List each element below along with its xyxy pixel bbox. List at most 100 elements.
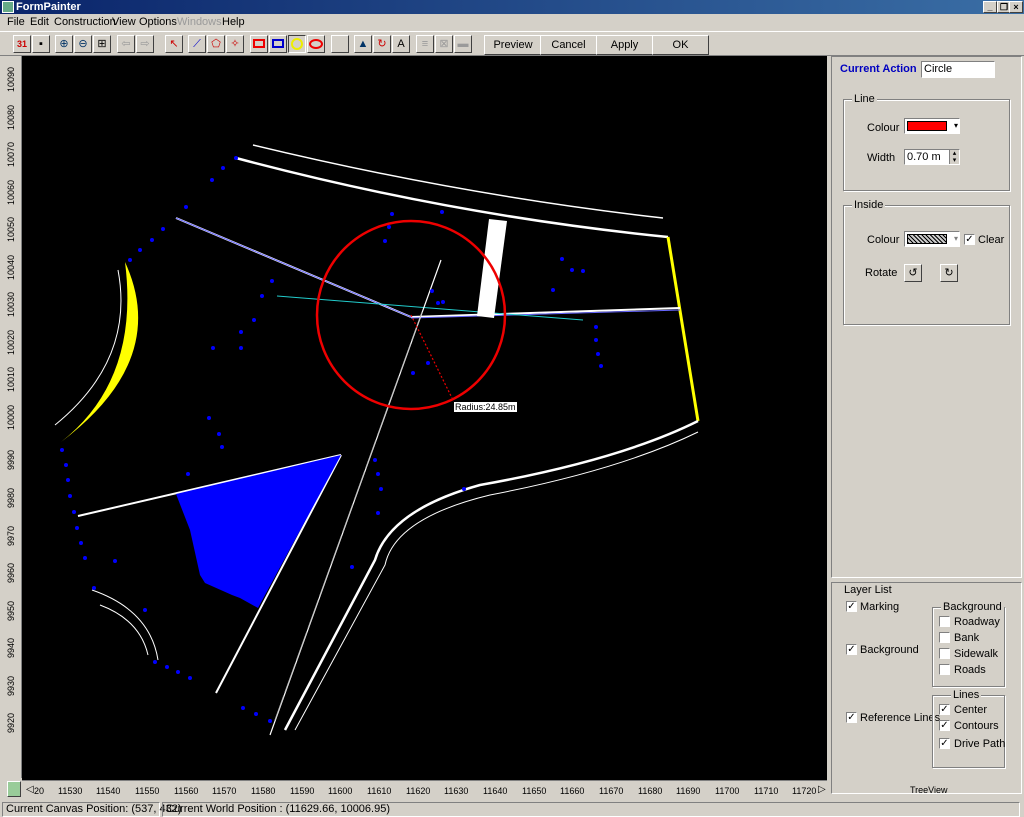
select-arrow-icon[interactable]: ↖ — [165, 35, 183, 53]
radius-label: Radius:24.85m — [453, 401, 518, 413]
y-tick: 10000 — [6, 404, 16, 430]
polyline-icon[interactable]: ⟋ — [188, 35, 206, 53]
zoom-in-icon[interactable]: ⊕ — [55, 35, 73, 53]
hatch-swatch — [907, 234, 947, 244]
menu-view[interactable]: View — [112, 16, 136, 28]
treeview-tab[interactable]: TreeView — [910, 785, 948, 795]
rotate-right-icon[interactable]: ↻ — [940, 264, 958, 282]
blank-tool-icon[interactable] — [331, 35, 349, 53]
scroll-right-icon[interactable]: ▷ — [818, 784, 826, 795]
width-field[interactable]: 0.70 m ▴ ▾ — [904, 149, 960, 165]
line-group-label: Line — [852, 93, 877, 105]
x-tick: 11620 — [406, 786, 431, 796]
menu-file[interactable]: File — [7, 16, 25, 28]
roadway-checkbox[interactable] — [939, 616, 950, 627]
text-tool-icon[interactable]: A — [392, 35, 410, 53]
menu-windows[interactable]: Windows — [177, 16, 222, 28]
rectangle-blue-icon[interactable] — [269, 35, 287, 53]
layer-list-title: Layer List — [844, 584, 892, 596]
y-tick: 9970 — [6, 525, 16, 546]
ok-button[interactable]: OK — [652, 35, 709, 55]
background-subgroup-label: Background — [941, 601, 1004, 613]
roads-checkbox[interactable] — [939, 664, 950, 675]
y-tick: 10050 — [6, 216, 16, 242]
drive-path-checkbox[interactable]: ✓ — [939, 738, 950, 749]
center-checkbox[interactable]: ✓ — [939, 704, 950, 715]
line-style-icon[interactable]: ▬ — [454, 35, 472, 53]
minimize-button[interactable]: _ — [983, 1, 997, 13]
line-group: Line Colour ▾ Width 0.70 m ▴ ▾ — [843, 93, 1010, 191]
inside-colour-label: Colour — [867, 234, 900, 246]
undo-icon[interactable]: ⇦ — [117, 35, 135, 53]
small-curve-1 — [91, 589, 159, 661]
rotate-left-icon[interactable]: ↺ — [904, 264, 922, 282]
line-colour-picker[interactable]: ▾ — [904, 118, 960, 134]
image-icon[interactable]: ▲ — [354, 35, 372, 53]
inside-colour-picker[interactable]: ▾ — [904, 231, 960, 247]
toolbar: 31 ▪ ⊕ ⊖ ⊞ ⇦ ⇨ ↖ ⟋ ⬠ ✧ ▲ ↻ A ≡ ⊠ ▬ Previ… — [0, 31, 1024, 56]
contours-checkbox[interactable]: ✓ — [939, 720, 950, 731]
spinner-icon[interactable]: ▴ ▾ — [949, 150, 959, 164]
inside-group-label: Inside — [852, 199, 886, 211]
y-tick: 10090 — [6, 66, 16, 92]
polygon-icon[interactable]: ⬠ — [207, 35, 225, 53]
calendar-icon[interactable]: 31 — [13, 35, 31, 53]
road-curve-outer — [283, 419, 699, 731]
center-label: Center — [954, 704, 988, 716]
background-subgroup: Background Roadway Bank Sidewalk Roads — [932, 601, 1005, 687]
y-tick: 10040 — [6, 254, 16, 280]
current-action-field[interactable]: Circle — [921, 61, 995, 78]
cross-hatch-icon[interactable]: ⊠ — [435, 35, 453, 53]
reference-lines-label: Reference Lines — [860, 712, 941, 724]
menu-bar: File Edit Construction View Options Wind… — [0, 14, 1024, 30]
clear-checkbox[interactable]: ✓ — [964, 234, 975, 245]
layer-list-panel: Layer List ✓ Marking ✓ Background ✓ Refe… — [831, 582, 1022, 795]
x-tick: 11700 — [715, 786, 740, 796]
zoom-out-icon[interactable]: ⊖ — [74, 35, 92, 53]
y-tick: 9980 — [6, 487, 16, 508]
menu-edit[interactable]: Edit — [30, 16, 49, 28]
current-action-label: Current Action — [840, 63, 917, 75]
menu-options[interactable]: Options — [139, 16, 177, 28]
freeform-icon[interactable]: ✧ — [226, 35, 244, 53]
bank-checkbox[interactable] — [939, 632, 950, 643]
drawing-canvas[interactable]: Radius:24.85m — [22, 56, 827, 780]
circle-yellow-icon[interactable] — [288, 35, 306, 53]
menu-help[interactable]: Help — [222, 16, 245, 28]
rectangle-red-icon[interactable] — [250, 35, 268, 53]
y-tick: 9990 — [6, 449, 16, 470]
small-curve-2 — [99, 604, 149, 656]
menu-construction[interactable]: Construction — [54, 16, 116, 28]
inside-group: Inside Colour ▾ ✓ Clear Rotate ↺ ↻ — [843, 199, 1010, 325]
reference-lines-checkbox[interactable]: ✓ — [846, 712, 857, 723]
save-icon[interactable]: ▪ — [32, 35, 50, 53]
line-colour-label: Colour — [867, 122, 900, 134]
road-edge-inner — [235, 156, 669, 239]
sidewalk-label: Sidewalk — [954, 648, 999, 660]
x-tick: 11590 — [290, 786, 315, 796]
redo-icon[interactable]: ⇨ — [136, 35, 154, 53]
close-button[interactable]: × — [1009, 1, 1023, 13]
rotate-tool-icon[interactable]: ↻ — [373, 35, 391, 53]
x-tick: 11550 — [135, 786, 160, 796]
background-checkbox[interactable]: ✓ — [846, 644, 857, 655]
marking-checkbox[interactable]: ✓ — [846, 601, 857, 612]
app-icon — [2, 1, 14, 13]
road-curve-inner — [294, 431, 699, 731]
sidewalk-checkbox[interactable] — [939, 648, 950, 659]
ellipse-red-icon[interactable] — [307, 35, 325, 53]
hatch-icon[interactable]: ≡ — [416, 35, 434, 53]
scroll-left-icon[interactable]: ◁ — [26, 784, 34, 795]
x-tick: 11680 — [638, 786, 663, 796]
drawing-svg[interactable] — [22, 56, 827, 780]
zoom-extents-icon[interactable]: ⊞ — [93, 35, 111, 53]
preview-button[interactable]: Preview — [484, 35, 542, 55]
background-label: Background — [860, 644, 919, 656]
corner-icon[interactable] — [7, 781, 21, 797]
y-tick: 10070 — [6, 141, 16, 167]
apply-button[interactable]: Apply — [596, 35, 653, 55]
marking-label: Marking — [860, 601, 900, 613]
cancel-button[interactable]: Cancel — [540, 35, 597, 55]
horizontal-ruler: ◁ 20 11530 11540 11550 11560 11570 11580… — [22, 780, 827, 800]
bank-label: Bank — [954, 632, 980, 644]
